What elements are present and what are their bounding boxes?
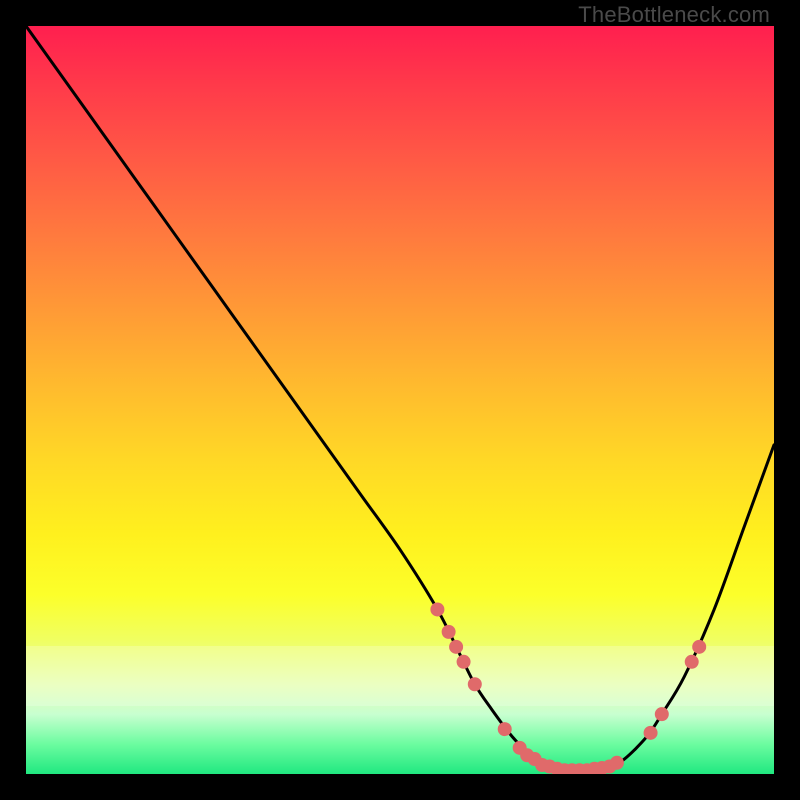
chart-markers <box>430 602 706 774</box>
chart-frame <box>26 26 774 774</box>
bottleneck-curve <box>26 26 774 771</box>
chart-marker <box>468 677 482 691</box>
chart-plot <box>26 26 774 774</box>
chart-marker <box>498 722 512 736</box>
chart-marker <box>430 602 444 616</box>
watermark-text: TheBottleneck.com <box>578 2 770 28</box>
chart-marker <box>442 625 456 639</box>
chart-marker <box>610 756 624 770</box>
chart-marker <box>692 640 706 654</box>
chart-marker <box>685 655 699 669</box>
chart-marker <box>644 726 658 740</box>
chart-marker <box>457 655 471 669</box>
chart-marker <box>449 640 463 654</box>
chart-marker <box>655 707 669 721</box>
